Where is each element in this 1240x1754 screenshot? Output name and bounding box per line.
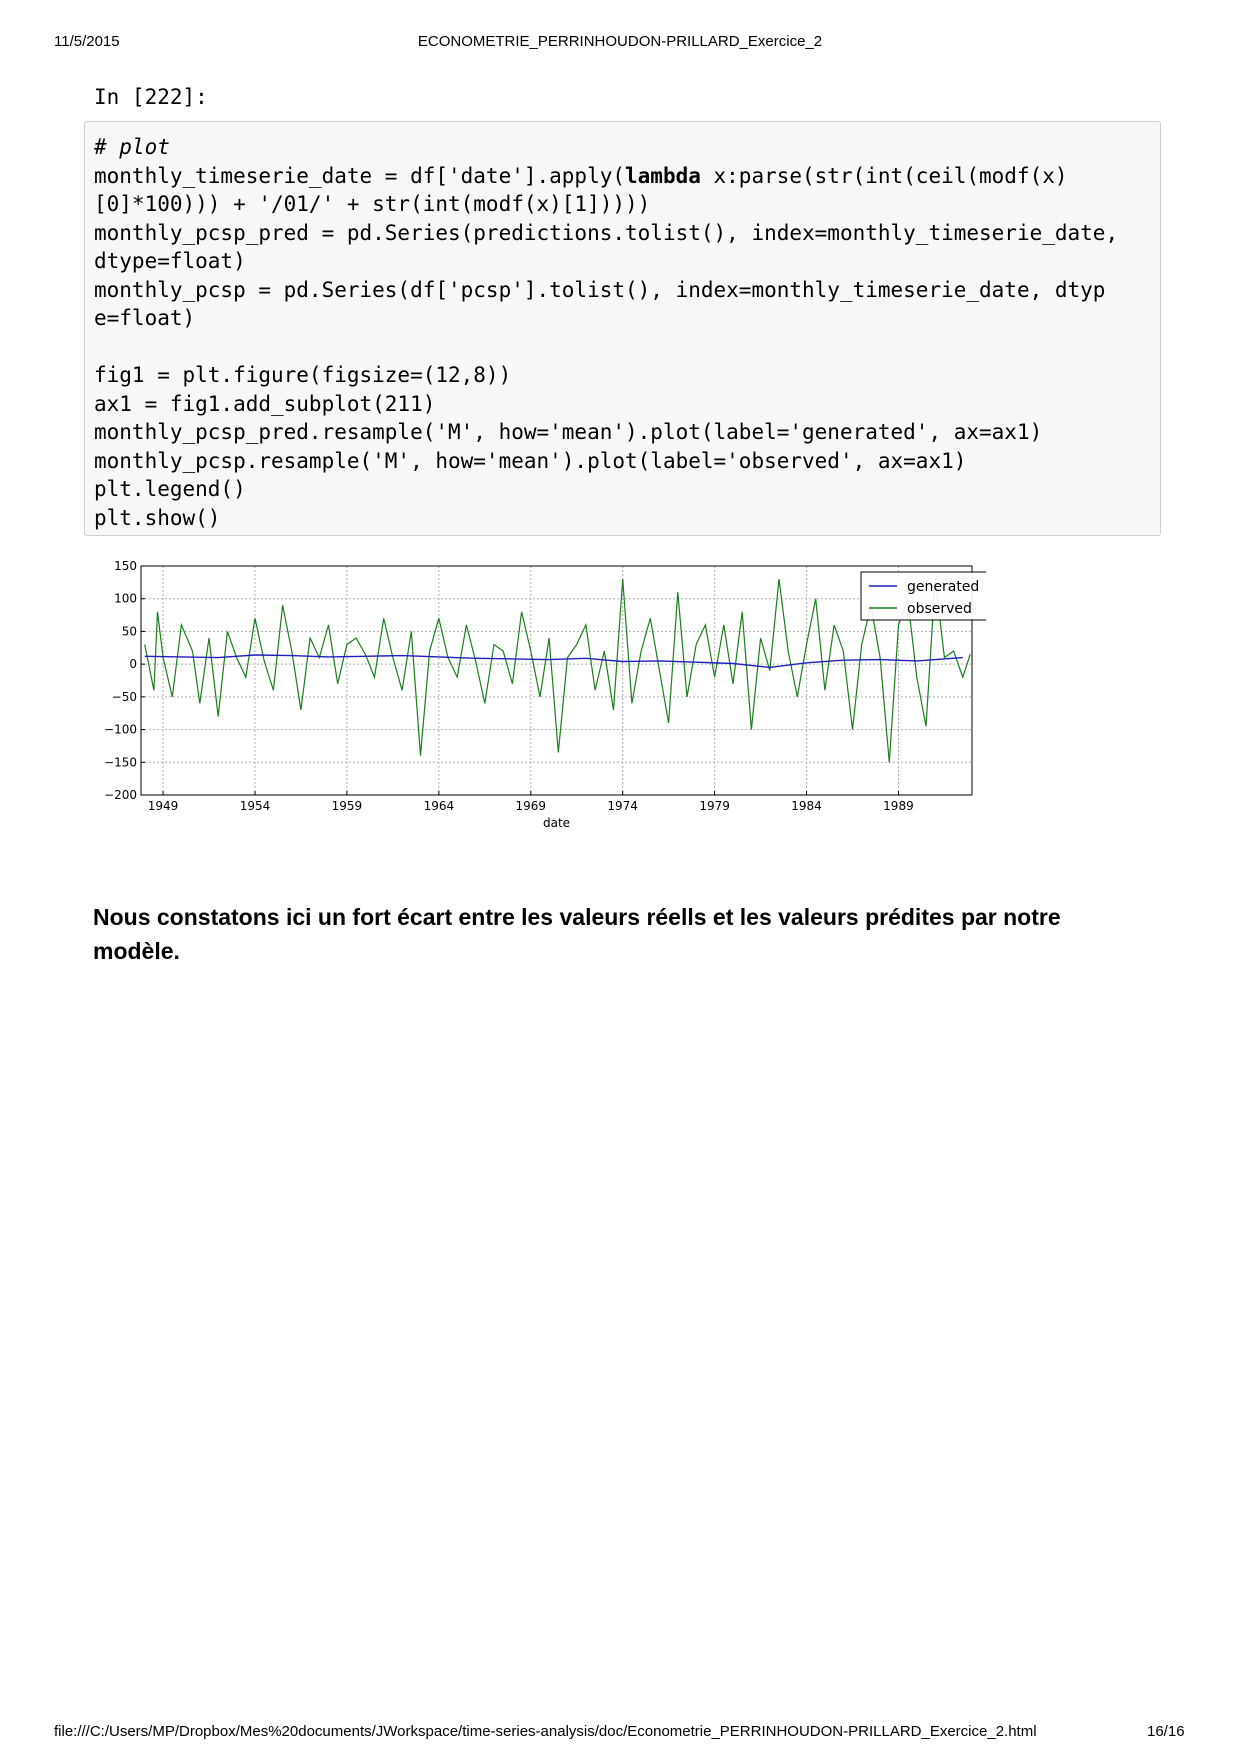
x-tick-label: 1989 bbox=[883, 799, 914, 813]
legend-label: generated bbox=[907, 579, 979, 595]
code-line: e=float) bbox=[94, 304, 1118, 333]
code-line: # plot bbox=[94, 133, 1118, 162]
code-text: dtype=float) bbox=[94, 249, 246, 273]
x-tick-label: 1954 bbox=[240, 799, 271, 813]
code-line: ax1 = fig1.add_subplot(211) bbox=[94, 390, 1118, 419]
code-comment: # plot bbox=[94, 135, 170, 159]
code-line: [0]*100))) + '/01/' + str(int(modf(x)[1]… bbox=[94, 190, 1118, 219]
code-text: e=float) bbox=[94, 306, 196, 330]
x-tick-label: 1969 bbox=[515, 799, 546, 813]
code-text: plt.show() bbox=[94, 505, 221, 530]
code-line: monthly_pcsp_pred = pd.Series(prediction… bbox=[94, 219, 1118, 248]
y-tick-label: −100 bbox=[104, 723, 137, 737]
code-line: monthly_pcsp.resample('M', how='mean').p… bbox=[94, 447, 1118, 476]
code-line: dtype=float) bbox=[94, 247, 1118, 276]
y-tick-label: 150 bbox=[114, 559, 137, 573]
plot-area bbox=[141, 566, 972, 795]
code-text: plt.legend() bbox=[94, 477, 246, 501]
line-chart: 150 100 50 0 −50 −100 −150 −200 1949 1954 1959 1964… bbox=[104, 559, 986, 830]
document-title: ECONOMETRIE_PERRINHOUDON-PRILLARD_Exerci… bbox=[417, 33, 823, 50]
x-tick-label: 1959 bbox=[332, 799, 363, 813]
x-tick-label: 1974 bbox=[607, 799, 638, 813]
y-tick-label: 50 bbox=[122, 624, 137, 638]
code-line: monthly_pcsp_pred.resample('M', how='mea… bbox=[94, 418, 1118, 447]
code-text: monthly_pcsp = pd.Series(df['pcsp'].toli… bbox=[94, 277, 1106, 302]
y-tick-label: 0 bbox=[129, 657, 137, 671]
conclusion-text: Nous constatons ici un fort écart entre … bbox=[93, 904, 1061, 964]
code-text: fig1 = plt.figure(figsize=(12,8)) bbox=[94, 363, 512, 387]
code-text: monthly_pcsp.resample('M', how='mean').p… bbox=[94, 448, 967, 473]
code-text: monthly_timeserie_date = df['date'].appl… bbox=[94, 163, 626, 188]
cell-prompt: In [222]: bbox=[94, 85, 208, 109]
y-tick-label: −200 bbox=[104, 788, 137, 802]
x-tick-label: 1964 bbox=[424, 799, 455, 813]
legend: generated observed bbox=[860, 571, 986, 621]
code-text: ax1 = fig1.add_subplot(211) bbox=[94, 391, 436, 416]
code-text: monthly_pcsp_pred = pd.Series(prediction… bbox=[94, 220, 1119, 245]
code-line: monthly_pcsp = pd.Series(df['pcsp'].toli… bbox=[94, 276, 1118, 305]
code-line: plt.legend() bbox=[94, 475, 1118, 504]
x-tick-label: 1949 bbox=[148, 799, 179, 813]
code-text: x:parse(str(int(ceil(modf(x) bbox=[700, 163, 1068, 188]
code-line: fig1 = plt.figure(figsize=(12,8)) bbox=[94, 361, 1118, 390]
code-block: # plot monthly_timeserie_date = df['date'… bbox=[94, 133, 1118, 532]
x-axis-label: date bbox=[543, 816, 570, 830]
y-tick-label: 100 bbox=[114, 592, 137, 606]
y-tick-label: −50 bbox=[112, 690, 137, 704]
x-tick-label: 1979 bbox=[699, 799, 730, 813]
code-line: monthly_timeserie_date = df['date'].appl… bbox=[94, 162, 1118, 191]
code-text: monthly_pcsp_pred.resample('M', how='mea… bbox=[94, 420, 1043, 444]
x-tick-label: 1984 bbox=[791, 799, 822, 813]
y-tick-label: −150 bbox=[104, 755, 137, 769]
code-text: [0]*100))) + '/01/' + str(int(modf(x)[1]… bbox=[94, 192, 651, 216]
footer-path: file:///C:/Users/MP/Dropbox/Mes%20docume… bbox=[54, 1723, 1037, 1740]
page-number: 16/16 bbox=[1147, 1723, 1185, 1740]
code-line: plt.show() bbox=[94, 504, 1118, 533]
code-keyword: lambda bbox=[625, 163, 701, 188]
legend-label: observed bbox=[907, 601, 972, 617]
